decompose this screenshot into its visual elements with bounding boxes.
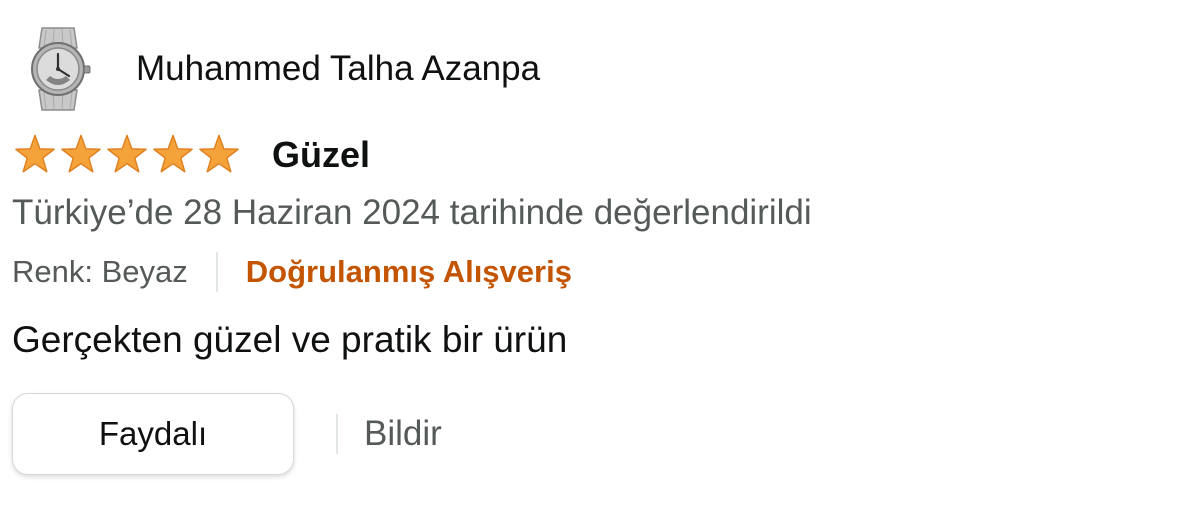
report-link[interactable]: Bildir [364,414,442,454]
customer-review: Muhammed Talha Azanpa Güzel Türkiye’de 2… [0,0,1200,515]
star-icon [107,134,147,173]
wristwatch-avatar-icon [31,27,91,111]
review-title[interactable]: Güzel [272,135,370,175]
star-rating[interactable] [12,133,242,177]
verified-purchase-badge: Doğrulanmış Alışveriş [245,254,572,289]
reviewer-profile[interactable]: Muhammed Talha Azanpa [24,24,540,114]
review-meta: Renk: Beyaz Doğrulanmış Alışveriş [12,250,572,294]
review-actions: Faydalı Bildir [12,392,442,476]
rating-row: Güzel [12,132,370,178]
product-variant[interactable]: Renk: Beyaz [12,252,188,292]
star-icon [199,134,239,173]
review-date: Türkiye’de 28 Haziran 2024 tarihinde değ… [12,193,812,232]
star-icon [61,134,101,173]
action-divider [336,414,338,454]
reviewer-name[interactable]: Muhammed Talha Azanpa [136,49,540,89]
helpful-button[interactable]: Faydalı [12,393,294,475]
review-body: Gerçekten güzel ve pratik bir ürün [12,319,568,360]
star-icon [153,134,193,173]
meta-divider [215,252,218,292]
star-icon [15,134,55,173]
